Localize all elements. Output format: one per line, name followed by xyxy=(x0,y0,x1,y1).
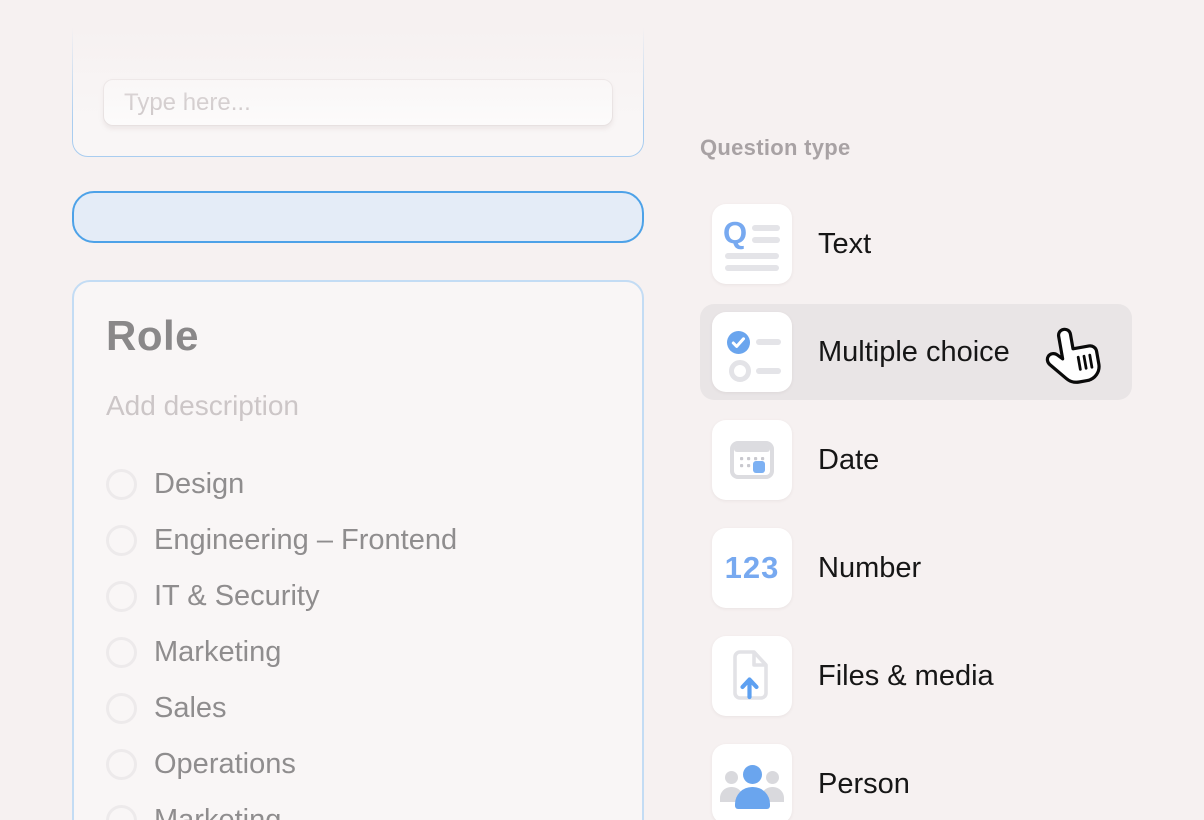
radio-option-label: Sales xyxy=(154,692,227,725)
question-title[interactable]: Role xyxy=(106,312,610,360)
person-side-head-icon xyxy=(725,771,738,784)
radio-option[interactable]: Operations xyxy=(106,736,610,792)
text-answer-input[interactable] xyxy=(103,79,613,126)
question-type-item-multiple-choice[interactable]: Multiple choice xyxy=(700,304,1132,400)
radio-circle-icon[interactable] xyxy=(106,469,137,500)
file-upload-glyph-icon xyxy=(732,649,772,703)
text-line-icon xyxy=(752,237,780,243)
radio-option-label: Design xyxy=(154,468,244,501)
radio-circle-icon[interactable] xyxy=(106,525,137,556)
radio-circle-icon[interactable] xyxy=(106,749,137,780)
date-icon xyxy=(712,420,792,500)
person-center-head-icon xyxy=(743,765,762,784)
question-description-placeholder[interactable]: Add description xyxy=(106,390,610,422)
radio-option[interactable]: IT & Security xyxy=(106,568,610,624)
radio-option[interactable]: Marketing xyxy=(106,624,610,680)
radio-circle-icon[interactable] xyxy=(106,581,137,612)
question-type-label: Date xyxy=(818,444,879,477)
multiple-choice-icon xyxy=(712,312,792,392)
radio-option-label: IT & Security xyxy=(154,580,319,613)
calendar-glyph-icon xyxy=(730,440,774,480)
person-side-head-icon xyxy=(766,771,779,784)
question-type-label: Text xyxy=(818,228,871,261)
question-type-item-text[interactable]: Q Text xyxy=(700,196,1132,292)
radio-circle-icon[interactable] xyxy=(106,693,137,724)
radio-circle-icon[interactable] xyxy=(106,805,137,820)
radio-option[interactable]: Marketing xyxy=(106,792,610,820)
question-type-label: Person xyxy=(818,768,910,801)
question-type-item-date[interactable]: Date xyxy=(700,412,1132,508)
radio-option[interactable]: Sales xyxy=(106,680,610,736)
text-line-icon xyxy=(725,253,779,259)
radio-option-list: Design Engineering – Frontend IT & Secur… xyxy=(106,456,610,820)
radio-circle-icon[interactable] xyxy=(106,637,137,668)
files-media-icon xyxy=(712,636,792,716)
radio-option-label: Engineering – Frontend xyxy=(154,524,457,557)
radio-option-label: Operations xyxy=(154,748,296,781)
number-icon: 123 xyxy=(712,528,792,608)
radio-option-label: Marketing xyxy=(154,804,281,820)
question-type-label: Multiple choice xyxy=(818,336,1010,369)
text-question-icon: Q xyxy=(712,204,792,284)
number-123-glyph: 123 xyxy=(712,528,792,608)
unchecked-circle-icon xyxy=(729,360,751,382)
question-type-label: Number xyxy=(818,552,921,585)
radio-option-label: Marketing xyxy=(154,636,281,669)
q-letter-glyph: Q xyxy=(723,215,747,251)
question-type-item-person[interactable]: Person xyxy=(700,736,1132,820)
question-type-panel-title: Question type xyxy=(700,135,851,161)
question-type-label: Files & media xyxy=(818,660,994,693)
text-line-icon xyxy=(725,265,779,271)
role-question-card: Role Add description Design Engineering … xyxy=(72,280,644,820)
question-type-item-files-media[interactable]: Files & media xyxy=(700,628,1132,724)
radio-option[interactable]: Engineering – Frontend xyxy=(106,512,610,568)
text-line-icon xyxy=(752,225,780,231)
choice-line-icon xyxy=(756,339,781,345)
choice-line-icon xyxy=(756,368,781,374)
form-builder-screen: Role Add description Design Engineering … xyxy=(0,0,1204,820)
checked-circle-icon xyxy=(727,331,750,354)
radio-option[interactable]: Design xyxy=(106,456,610,512)
person-icon xyxy=(712,744,792,820)
text-question-card xyxy=(72,0,644,157)
selected-empty-question-block[interactable] xyxy=(72,191,644,243)
question-type-item-number[interactable]: 123 Number xyxy=(700,520,1132,616)
